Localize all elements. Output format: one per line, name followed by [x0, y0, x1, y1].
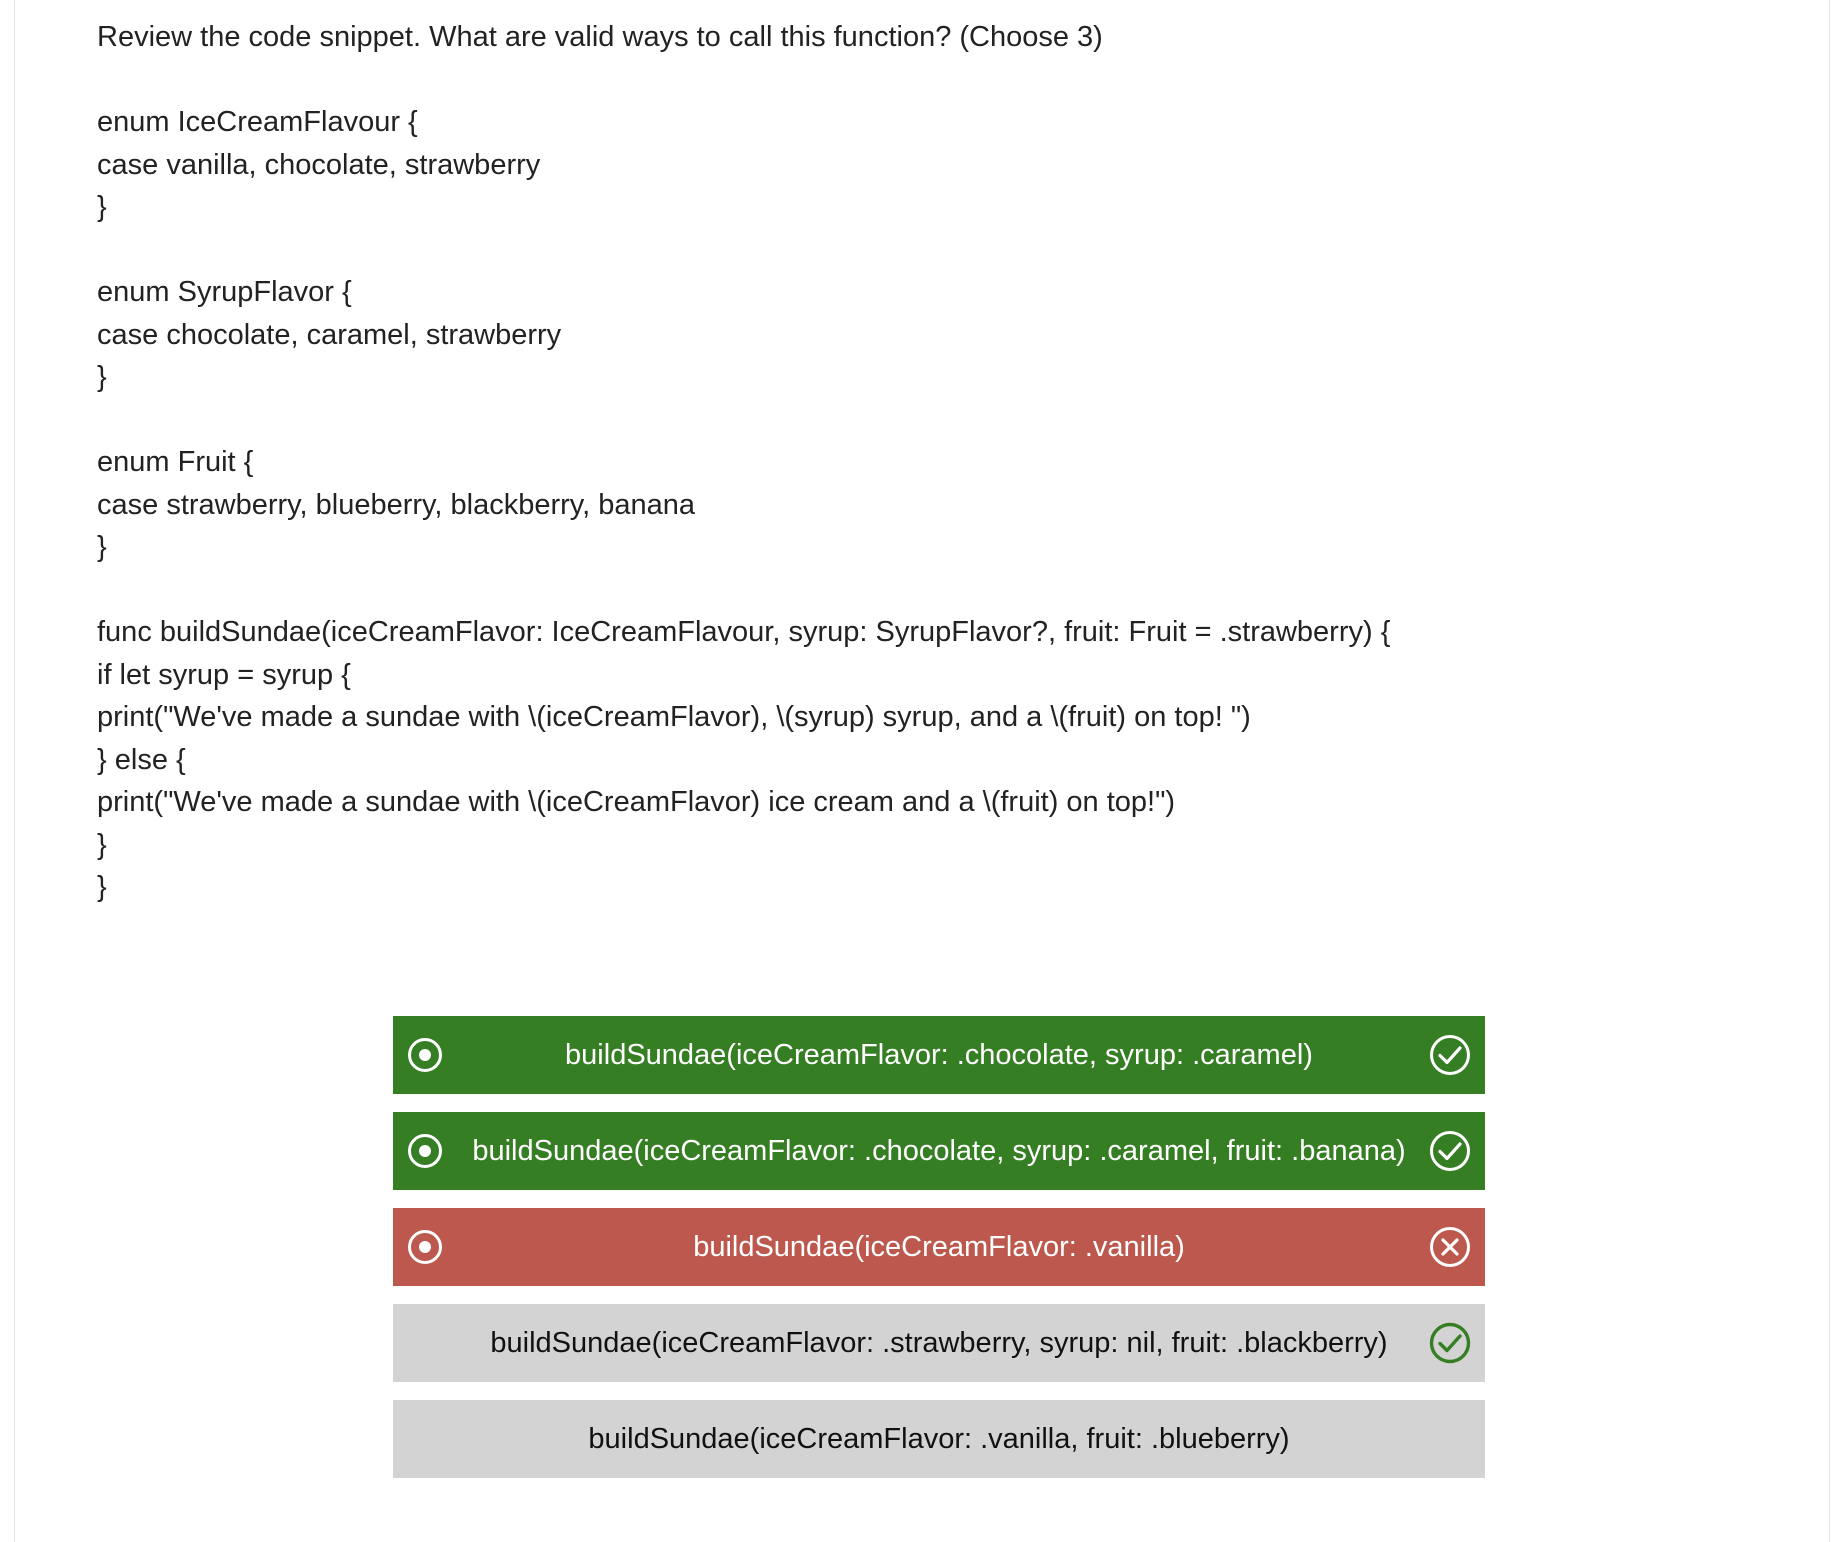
answer-option-5[interactable]: buildSundae(iceCreamFlavor: .vanilla, fr… — [393, 1400, 1485, 1478]
question-prompt: Review the code snippet. What are valid … — [97, 21, 1103, 53]
check-circle-icon — [1430, 1035, 1470, 1075]
code-line: enum IceCreamFlavour { — [97, 106, 418, 138]
radio-selected-icon[interactable] — [407, 1229, 443, 1265]
check-circle-icon — [1429, 1322, 1471, 1364]
x-circle-icon — [1430, 1227, 1470, 1267]
answer-option-1[interactable]: buildSundae(iceCreamFlavor: .chocolate, … — [393, 1016, 1485, 1094]
answer-option-4[interactable]: buildSundae(iceCreamFlavor: .strawberry,… — [393, 1304, 1485, 1382]
quiz-page: Review the code snippet. What are valid … — [14, 0, 1830, 1542]
code-line: func buildSundae(iceCreamFlavor: IceCrea… — [97, 616, 1391, 648]
code-line: if let syrup = syrup { — [97, 658, 351, 691]
question-text: Review the code snippet. What are valid … — [97, 16, 1777, 909]
code-line: } — [97, 871, 107, 903]
answer-label: buildSundae(iceCreamFlavor: .chocolate, … — [565, 1038, 1313, 1071]
radio-selected-icon[interactable] — [407, 1037, 443, 1073]
code-line: print("We've made a sundae with \(iceCre… — [97, 701, 1251, 733]
code-line: print("We've made a sundae with \(iceCre… — [97, 786, 1176, 818]
code-line: enum Fruit { — [97, 446, 254, 478]
code-line: } — [97, 361, 107, 393]
code-line: case strawberry, blueberry, blackberry, … — [97, 488, 695, 521]
answer-option-2[interactable]: buildSundae(iceCreamFlavor: .chocolate, … — [393, 1112, 1485, 1190]
code-line: case vanilla, chocolate, strawberry — [97, 148, 541, 181]
answer-list: buildSundae(iceCreamFlavor: .chocolate, … — [393, 1016, 1485, 1496]
radio-selected-icon[interactable] — [407, 1133, 443, 1169]
code-line: } — [97, 828, 107, 861]
check-circle-icon — [1430, 1131, 1470, 1171]
code-line: case chocolate, caramel, strawberry — [97, 318, 562, 351]
code-line: } else { — [97, 743, 186, 776]
answer-option-3[interactable]: buildSundae(iceCreamFlavor: .vanilla) — [393, 1208, 1485, 1286]
answer-label: buildSundae(iceCreamFlavor: .vanilla) — [693, 1230, 1185, 1263]
code-line: } — [97, 191, 107, 223]
answer-label: buildSundae(iceCreamFlavor: .strawberry,… — [490, 1326, 1388, 1359]
code-line: } — [97, 531, 107, 563]
answer-label: buildSundae(iceCreamFlavor: .vanilla, fr… — [588, 1422, 1290, 1455]
code-line: enum SyrupFlavor { — [97, 276, 352, 308]
answer-label: buildSundae(iceCreamFlavor: .chocolate, … — [472, 1134, 1406, 1167]
